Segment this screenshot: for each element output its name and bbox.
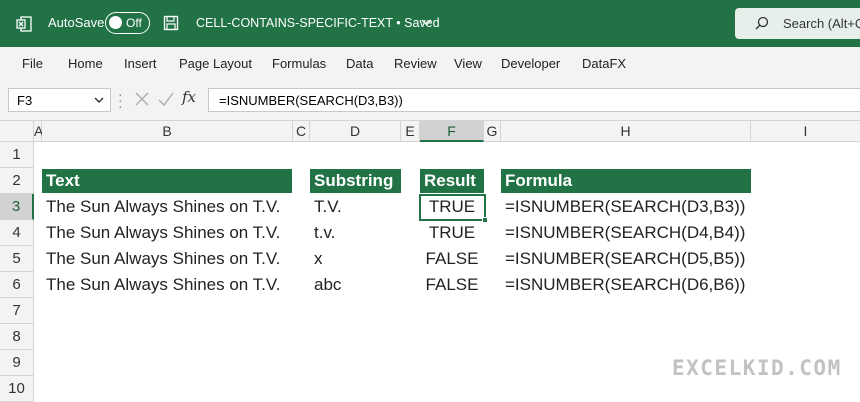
active-cell-selection[interactable] [419, 194, 488, 223]
watermark: EXCELKID.COM [672, 356, 842, 380]
tab-review[interactable]: Review [394, 56, 437, 71]
row-header-5[interactable]: 5 [0, 246, 34, 272]
chevron-down-icon[interactable] [421, 17, 432, 28]
search-icon [755, 16, 769, 30]
tab-view[interactable]: View [454, 56, 482, 71]
column-header-h[interactable]: H [501, 121, 751, 142]
cell-b3[interactable]: The Sun Always Shines on T.V. [46, 194, 280, 220]
row-header-2[interactable]: 2 [0, 168, 34, 194]
name-box-value: F3 [17, 93, 33, 108]
column-h-label: H [620, 123, 631, 139]
column-header-g[interactable]: G [484, 121, 501, 142]
column-header-e[interactable]: E [401, 121, 420, 142]
document-title[interactable]: CELL-CONTAINS-SPECIFIC-TEXT • Saved [196, 16, 440, 30]
fill-handle[interactable] [482, 217, 488, 223]
title-bar: AutoSave Off CELL-CONTAINS-SPECIFIC-TEXT… [0, 0, 860, 47]
cell-b6[interactable]: The Sun Always Shines on T.V. [46, 272, 280, 298]
column-g-label: G [486, 123, 498, 139]
tab-formulas[interactable]: Formulas [272, 56, 326, 71]
tab-file[interactable]: File [22, 56, 43, 71]
column-e-label: E [405, 123, 415, 139]
header-cell-substring[interactable]: Substring [310, 169, 401, 193]
select-all-corner[interactable] [0, 121, 34, 142]
row-header-10[interactable]: 10 [0, 376, 34, 402]
cell-f5[interactable]: FALSE [420, 246, 484, 272]
save-icon[interactable] [163, 15, 179, 31]
cell-d6[interactable]: abc [314, 272, 341, 298]
row-header-3[interactable]: 3 [0, 194, 34, 220]
row-header-1[interactable]: 1 [0, 142, 34, 168]
autosave-label: AutoSave [48, 15, 105, 30]
search-placeholder: Search (Alt+Q) [783, 16, 860, 31]
excel-app-icon [16, 16, 32, 32]
search-box[interactable]: Search (Alt+Q) [735, 8, 860, 39]
cell-d5[interactable]: x [314, 246, 323, 272]
row-header-8[interactable]: 8 [0, 324, 34, 350]
column-f-label: F [447, 123, 456, 139]
autosave-toggle[interactable]: Off [105, 12, 150, 34]
tab-insert[interactable]: Insert [124, 56, 157, 71]
tab-home[interactable]: Home [68, 56, 103, 71]
formula-input[interactable]: =ISNUMBER(SEARCH(D3,B3)) [208, 88, 860, 112]
column-header-c[interactable]: C [293, 121, 310, 142]
row-header-4[interactable]: 4 [0, 220, 34, 246]
enter-check-icon[interactable] [158, 91, 174, 107]
cell-d3[interactable]: T.V. [314, 194, 342, 220]
name-box[interactable]: F3 [8, 88, 111, 112]
cell-b5[interactable]: The Sun Always Shines on T.V. [46, 246, 280, 272]
cell-h5[interactable]: =ISNUMBER(SEARCH(D5,B5)) [505, 246, 745, 272]
column-c-label: C [295, 123, 307, 139]
tab-data[interactable]: Data [346, 56, 373, 71]
row-header-6[interactable]: 6 [0, 272, 34, 298]
autosave-state: Off [126, 16, 142, 30]
cell-h6[interactable]: =ISNUMBER(SEARCH(D6,B6)) [505, 272, 745, 298]
row-header-9[interactable]: 9 [0, 350, 34, 376]
column-header-b[interactable]: B [42, 121, 293, 142]
formula-bar: F3 · · · fx =ISNUMBER(SEARCH(D3,B3)) [0, 79, 860, 121]
column-header-d[interactable]: D [310, 121, 401, 142]
more-options-icon: · · · [118, 86, 123, 114]
tab-developer[interactable]: Developer [501, 56, 560, 71]
column-b-label: B [162, 123, 172, 139]
cell-f4[interactable]: TRUE [420, 220, 484, 246]
row-header-7[interactable]: 7 [0, 298, 34, 324]
toggle-knob [109, 16, 122, 29]
formula-text: =ISNUMBER(SEARCH(D3,B3)) [219, 93, 403, 108]
cell-d4[interactable]: t.v. [314, 220, 335, 246]
header-cell-text[interactable]: Text [42, 169, 292, 193]
cell-h4[interactable]: =ISNUMBER(SEARCH(D4,B4)) [505, 220, 745, 246]
cell-b4[interactable]: The Sun Always Shines on T.V. [46, 220, 280, 246]
ribbon-tabs: File Home Insert Page Layout Formulas Da… [0, 47, 860, 79]
cell-f6[interactable]: FALSE [420, 272, 484, 298]
chevron-down-icon[interactable] [94, 96, 104, 104]
insert-function-icon[interactable]: fx [182, 88, 196, 106]
cell-h3[interactable]: =ISNUMBER(SEARCH(D3,B3)) [505, 194, 745, 220]
header-cell-result[interactable]: Result [420, 169, 484, 193]
column-d-label: D [349, 123, 361, 139]
header-cell-formula[interactable]: Formula [501, 169, 751, 193]
column-header-a[interactable]: A [34, 121, 43, 142]
tab-datafx[interactable]: DataFX [582, 56, 626, 71]
column-header-f[interactable]: F [420, 121, 484, 142]
column-header-i[interactable]: I [751, 121, 860, 142]
tab-page-layout[interactable]: Page Layout [179, 56, 252, 71]
column-i-label: I [803, 123, 808, 139]
cancel-icon[interactable] [134, 91, 150, 107]
